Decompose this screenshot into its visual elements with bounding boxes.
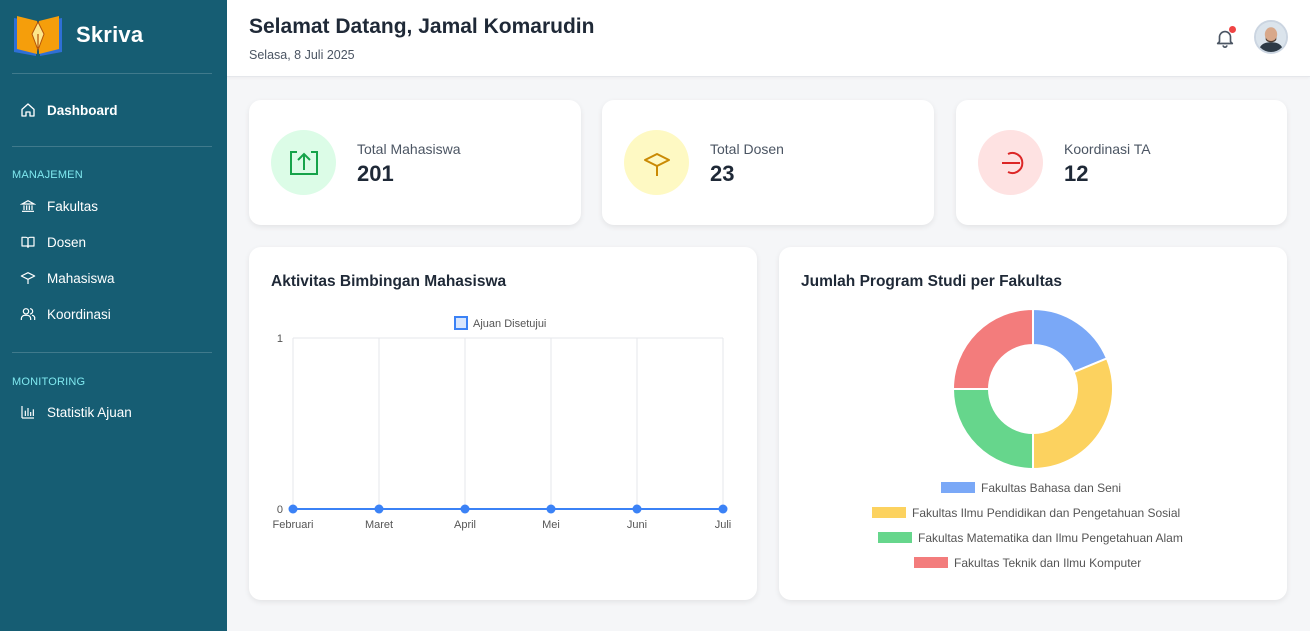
x-tick-label: April <box>454 519 476 531</box>
brand-name: Skriva <box>76 22 144 47</box>
legend-swatch <box>941 482 975 493</box>
legend-swatch <box>454 316 468 330</box>
legend-label: Fakultas Ilmu Pendidikan dan Pengetahuan… <box>912 506 1180 520</box>
stat-value: 23 <box>710 161 735 186</box>
legend-label: Ajuan Disetujui <box>473 318 546 330</box>
donut-slice <box>1032 357 1114 471</box>
sidebar-item-label: Dashboard <box>47 102 118 118</box>
upload-box-icon <box>289 150 318 175</box>
sidebar-item-dosen[interactable]: Dosen <box>20 234 86 250</box>
sidebar-item-mahasiswa[interactable]: Mahasiswa <box>20 270 115 286</box>
users-icon <box>20 308 36 320</box>
x-tick-label: Juni <box>627 519 647 531</box>
sidebar-item-label: Statistik Ajuan <box>47 404 132 420</box>
legend-swatch <box>872 507 906 518</box>
x-tick-label: Juli <box>715 519 732 531</box>
current-date: Selasa, 8 Juli 2025 <box>249 48 355 62</box>
stat-label: Total Dosen <box>710 141 784 157</box>
sidebar-item-koordinasi[interactable]: Koordinasi <box>20 306 111 322</box>
stat-icon-wrap <box>978 130 1043 195</box>
stat-value: 12 <box>1064 161 1089 186</box>
book-logo-icon <box>14 16 62 56</box>
y-tick-label: 1 <box>277 333 283 345</box>
sidebar-item-label: Koordinasi <box>47 306 111 322</box>
sidebar: Skriva Dashboard MANAJEMEN Fakultas Dose… <box>0 0 227 631</box>
sidebar-item-statistik-ajuan[interactable]: Statistik Ajuan <box>20 404 132 420</box>
y-tick-label: 0 <box>277 504 283 516</box>
data-point <box>288 504 298 514</box>
section-label-monitoring: MONITORING <box>12 376 86 388</box>
stat-icon-wrap <box>624 130 689 195</box>
data-point <box>718 504 728 514</box>
x-tick-label: Mei <box>542 519 560 531</box>
chart-card-prodi: Jumlah Program Studi per Fakultas Fakult… <box>779 247 1287 600</box>
avatar[interactable] <box>1254 20 1288 54</box>
page-title: Selamat Datang, Jamal Komarudin <box>249 15 595 38</box>
sidebar-item-label: Mahasiswa <box>47 270 115 286</box>
data-point <box>632 504 642 514</box>
graduation-cap-icon <box>20 272 36 284</box>
line-chart: 0 1 Februari Maret April Mei Juni Juli Ajuan Dis… <box>273 316 732 531</box>
x-tick-label: Februari <box>273 519 314 531</box>
divider <box>12 146 212 147</box>
divider <box>12 352 212 353</box>
notification-dot <box>1229 26 1236 33</box>
stat-card-koordinasi: Koordinasi TA 12 <box>956 100 1287 225</box>
sidebar-item-dashboard[interactable]: Dashboard <box>20 102 118 118</box>
stat-label: Total Mahasiswa <box>357 141 461 157</box>
stat-label: Koordinasi TA <box>1064 141 1151 157</box>
sidebar-item-fakultas[interactable]: Fakultas <box>20 198 98 214</box>
x-tick-label: Maret <box>365 519 393 531</box>
graduation-cap-icon <box>643 152 670 176</box>
chart-card-aktivitas: Aktivitas Bimbingan Mahasiswa 0 1 Februari… <box>249 247 757 600</box>
sidebar-item-label: Fakultas <box>47 198 99 214</box>
sidebar-item-label: Dosen <box>47 234 87 250</box>
section-label-manajemen: MANAJEMEN <box>12 169 83 181</box>
home-icon <box>21 103 35 117</box>
data-point <box>460 504 470 514</box>
log-out-icon <box>1001 151 1023 174</box>
top-header: Selamat Datang, Jamal Komarudin Selasa, … <box>227 0 1310 77</box>
legend-label: Fakultas Matematika dan Ilmu Pengetahuan… <box>918 531 1183 545</box>
data-point <box>546 504 556 514</box>
donut-slice <box>951 307 1034 390</box>
book-icon <box>21 236 35 248</box>
data-point <box>374 504 384 514</box>
brand[interactable]: Skriva <box>12 12 143 58</box>
legend-label: Fakultas Bahasa dan Seni <box>981 481 1121 495</box>
donut-chart: Fakultas Bahasa dan Seni Fakultas Ilmu Pe… <box>872 307 1183 570</box>
user-avatar-icon <box>1256 22 1286 52</box>
divider <box>12 73 212 74</box>
building-icon <box>20 199 36 212</box>
legend-swatch <box>914 557 948 568</box>
stat-card-mahasiswa: Total Mahasiswa 201 <box>249 100 581 225</box>
bar-chart-icon <box>21 406 34 419</box>
stat-value: 201 <box>357 161 394 186</box>
stat-card-dosen: Total Dosen 23 <box>602 100 934 225</box>
legend-swatch <box>878 532 912 543</box>
stat-icon-wrap <box>271 130 336 195</box>
legend-label: Fakultas Teknik dan Ilmu Komputer <box>954 556 1141 570</box>
donut-slice <box>951 388 1034 471</box>
